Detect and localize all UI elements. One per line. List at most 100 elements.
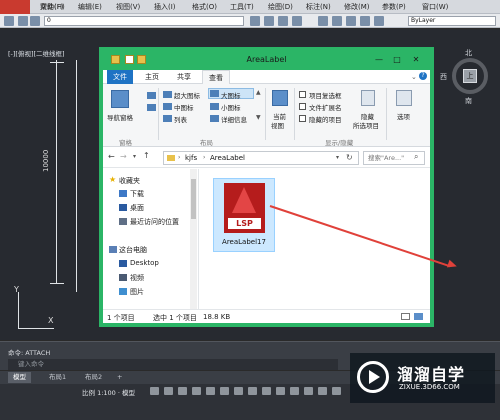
close-button[interactable]: ✕ [409,54,423,66]
hide-selected-icon[interactable] [361,90,375,106]
tab-view[interactable]: 查看 [202,70,230,84]
selection-cycling-icon[interactable] [262,387,271,395]
otrack-icon[interactable] [220,387,229,395]
toolbar-icon[interactable] [278,16,288,26]
sun-icon[interactable] [30,16,40,26]
breadcrumb-arealabel[interactable]: AreaLabel [210,154,245,162]
nav-pane-icon[interactable] [111,90,129,108]
layout-small[interactable]: 小图标 [221,102,241,112]
layout-scroll-down[interactable]: ▼ [256,114,261,121]
layer-combo[interactable]: 0 [44,16,244,26]
menu-view[interactable]: 视图(V) [116,2,140,12]
scale-value[interactable]: 比例 1:100 [82,389,116,397]
nav-scrollbar-thumb[interactable] [191,179,196,219]
tab-share[interactable]: 共享 [171,70,197,84]
tab-file[interactable]: 文件 [107,70,133,84]
menu-modify[interactable]: 修改(M) [344,2,370,12]
checkbox-extensions[interactable] [299,103,306,110]
menu-format[interactable]: 格式(O) [192,2,217,12]
bulb-icon[interactable] [18,16,28,26]
layout-extra-large[interactable]: 超大图标 [174,90,200,100]
address-dropdown-icon[interactable]: ▾ [336,154,339,161]
tab-model[interactable]: 模型 [8,372,31,383]
checkbox-item-check[interactable] [299,91,306,98]
tab-layout1[interactable]: 布局1 [44,372,71,383]
viewport-label[interactable]: [-][俯视][二维线框] [8,48,65,58]
layout-list[interactable]: 列表 [174,114,187,124]
toolbar-icon[interactable] [250,16,260,26]
current-view-label2[interactable]: 视图 [271,120,284,130]
search-icon[interactable]: ⌕ [414,152,418,162]
add-layout-button[interactable]: + [112,372,127,383]
menu-draw[interactable]: 绘图(D) [268,2,293,12]
toolbar-icon[interactable] [332,16,342,26]
tab-home[interactable]: 主页 [139,70,165,84]
menu-insert[interactable]: 插入(I) [154,2,176,12]
up-icon[interactable]: ↑ [143,151,150,160]
viewcube-top[interactable]: 上 [463,69,477,83]
details-pane-icon[interactable] [147,104,156,111]
toolbar-icon[interactable] [264,16,274,26]
model-toggle[interactable]: 模型 [122,389,135,397]
file-name[interactable]: AreaLabel17 [214,238,274,246]
workspace-icon[interactable] [290,387,299,395]
nav-desktop[interactable]: 桌面 [130,203,144,213]
explorer-titlebar[interactable]: AreaLabel — □ ✕ [103,51,430,70]
app-logo[interactable] [0,0,30,14]
menu-window[interactable]: 窗口(W) [422,2,448,12]
label-hidden[interactable]: 隐藏的项目 [309,114,342,124]
label-item-check[interactable]: 项目复选框 [309,90,342,100]
checkbox-hidden[interactable] [299,115,306,122]
ortho-icon[interactable] [178,387,187,395]
menu-dimension[interactable]: 标注(N) [306,2,331,12]
nav-this-pc[interactable]: 这台电脑 [119,245,147,255]
label-extensions[interactable]: 文件扩展名 [309,102,342,112]
layer-icon[interactable] [4,16,14,26]
address-input[interactable]: › kjfs › AreaLabel ▾ ↻ [163,151,359,165]
tab-layout2[interactable]: 布局2 [80,372,107,383]
recent-dropdown-icon[interactable]: ▾ [133,153,136,160]
units-icon[interactable] [304,387,313,395]
isolate-icon[interactable] [318,387,327,395]
snap-icon[interactable] [164,387,173,395]
large-icons-view-icon[interactable] [414,313,423,320]
grid-icon[interactable] [150,387,159,395]
bylayer-combo[interactable]: ByLayer [408,16,496,26]
minimize-button[interactable]: — [372,54,386,66]
menu-tools[interactable]: 工具(T) [230,2,254,12]
layout-details[interactable]: 详细信息 [221,114,247,124]
ribbon-expand-icon[interactable]: ⌄ [411,73,417,81]
nav-videos[interactable]: 视频 [130,273,144,283]
toolbar-icon[interactable] [360,16,370,26]
nav-pc-desktop[interactable]: Desktop [130,259,159,267]
viewcube[interactable]: 北 上 西 南 [440,48,492,106]
annotation-icon[interactable] [276,387,285,395]
help-icon[interactable]: ? [419,72,427,80]
back-icon[interactable]: ← [108,152,115,161]
maximize-button[interactable]: □ [390,54,404,66]
preview-pane-icon[interactable] [147,92,156,99]
options-icon[interactable] [396,90,412,106]
osnap-icon[interactable] [206,387,215,395]
nav-pictures[interactable]: 图片 [130,287,144,297]
toolbar-icon[interactable] [346,16,356,26]
nav-downloads[interactable]: 下载 [130,189,144,199]
lineweight-icon[interactable] [234,387,243,395]
layout-large[interactable]: 大图标 [221,90,241,100]
layout-medium[interactable]: 中图标 [174,102,194,112]
annotation-scale[interactable]: 比例 1:100 · 模型 [82,387,135,397]
layout-scroll-up[interactable]: ▲ [256,89,261,96]
file-item[interactable]: LSP AreaLabel17 [213,178,275,252]
forward-icon[interactable]: → [120,152,127,161]
breadcrumb-kjfs[interactable]: kjfs [185,154,197,162]
options-button[interactable]: 选项 [397,111,410,121]
customize-icon[interactable] [332,387,341,395]
hide-selected-label2[interactable]: 所选项目 [353,120,379,130]
current-view-icon[interactable] [272,90,288,106]
polar-icon[interactable] [192,387,201,395]
details-view-icon[interactable] [401,313,410,320]
menu-edit[interactable]: 编辑(E) [78,2,102,12]
toolbar-icon[interactable] [374,16,384,26]
refresh-icon[interactable]: ↻ [346,153,353,162]
menu-params[interactable]: 参数(P) [382,2,406,12]
